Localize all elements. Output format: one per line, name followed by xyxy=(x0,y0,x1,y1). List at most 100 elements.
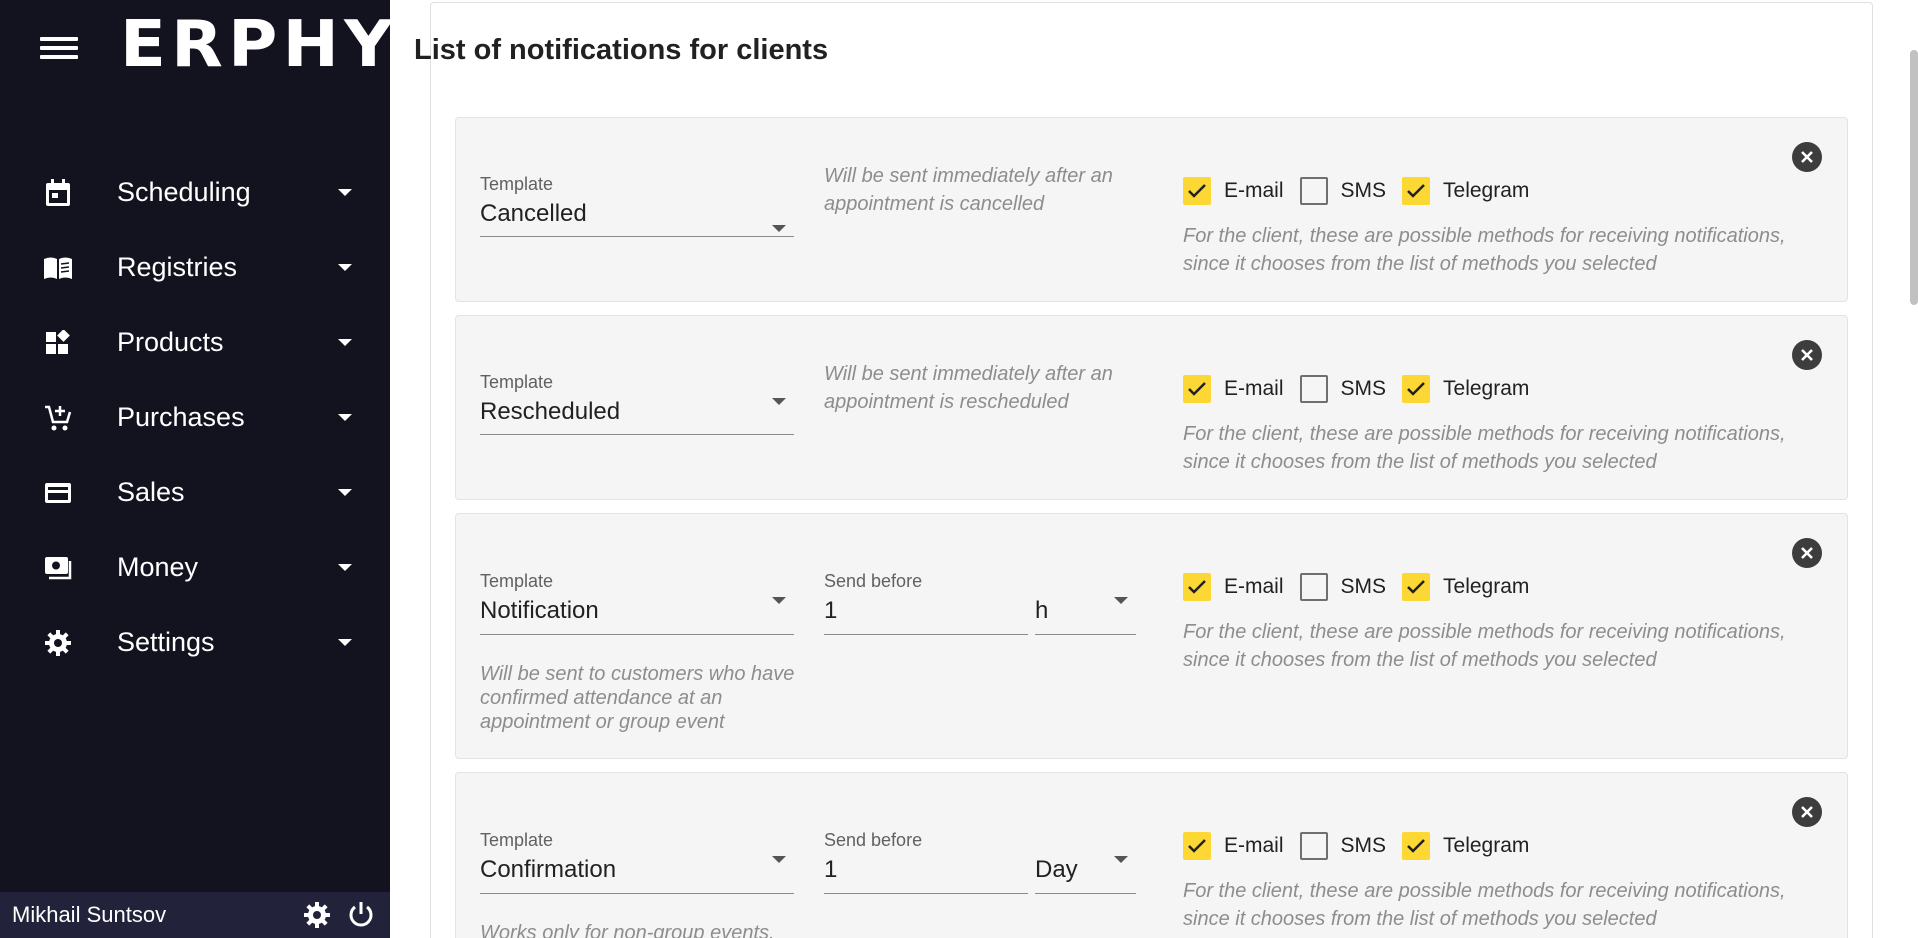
field-label: Template xyxy=(480,372,554,392)
gear-icon[interactable] xyxy=(302,900,332,930)
scrollbar[interactable] xyxy=(1910,50,1918,305)
notification-row: Template Rescheduled Will be sent immedi… xyxy=(455,315,1848,500)
sms-label: SMS xyxy=(1340,377,1387,400)
sidebar: ERPHY Scheduling Registries Products Pur… xyxy=(0,0,393,938)
sidebar-item-label: Sales xyxy=(117,477,185,507)
chevron-down-icon xyxy=(338,189,352,196)
cart-add-icon xyxy=(43,403,73,433)
widgets-icon xyxy=(43,328,73,358)
field-label: Template xyxy=(480,174,554,194)
row-description: Will be sent immediately after an appoin… xyxy=(824,363,1113,413)
template-value: Cancelled xyxy=(480,200,587,227)
telegram-checkbox[interactable] xyxy=(1402,573,1431,601)
methods-group: E-mail SMS Telegram xyxy=(1183,831,1545,861)
page-title: List of notifications for clients xyxy=(414,34,829,66)
sms-checkbox[interactable] xyxy=(1299,832,1328,860)
close-icon[interactable] xyxy=(1792,340,1822,370)
gear-icon xyxy=(43,628,73,658)
field-label: Send before xyxy=(824,571,923,591)
notification-row: Template Notification Send before 1 h Wi… xyxy=(455,513,1848,759)
telegram-checkbox[interactable] xyxy=(1402,375,1431,403)
template-select[interactable]: Template Rescheduled xyxy=(480,372,794,435)
row-description: Will be sent to customers who have confi… xyxy=(480,663,795,733)
template-select[interactable]: Template Cancelled xyxy=(480,174,794,237)
chevron-down-icon xyxy=(1114,856,1128,863)
field-label: Send before xyxy=(824,830,923,850)
chevron-down-icon xyxy=(338,489,352,496)
send-before-value: 1 xyxy=(824,597,838,624)
email-label: E-mail xyxy=(1224,377,1284,400)
main-nav: Scheduling Registries Products Purchases xyxy=(0,155,390,680)
close-icon[interactable] xyxy=(1792,142,1822,172)
telegram-label: Telegram xyxy=(1443,575,1530,598)
sms-label: SMS xyxy=(1340,575,1387,598)
power-icon[interactable] xyxy=(346,900,376,930)
chevron-down-icon xyxy=(338,414,352,421)
sidebar-item-sales[interactable]: Sales xyxy=(0,455,390,530)
row-description: Works only for non-group events. xyxy=(480,922,775,938)
methods-group: E-mail SMS Telegram xyxy=(1183,572,1545,602)
book-icon xyxy=(43,253,73,283)
template-value: Rescheduled xyxy=(480,398,621,425)
methods-note: For the client, these are possible metho… xyxy=(1183,423,1786,473)
chevron-down-icon xyxy=(338,264,352,271)
sms-checkbox[interactable] xyxy=(1299,573,1328,601)
field-label: Template xyxy=(480,830,554,850)
methods-group: E-mail SMS Telegram xyxy=(1183,176,1545,206)
telegram-checkbox[interactable] xyxy=(1402,177,1431,205)
sidebar-item-settings[interactable]: Settings xyxy=(0,605,390,680)
telegram-checkbox[interactable] xyxy=(1402,832,1431,860)
sms-checkbox[interactable] xyxy=(1299,177,1328,205)
sidebar-item-registries[interactable]: Registries xyxy=(0,230,390,305)
chevron-down-icon xyxy=(772,398,786,405)
send-before-input[interactable]: Send before 1 xyxy=(824,830,1028,894)
sidebar-footer: Mikhail Suntsov xyxy=(0,892,390,938)
sidebar-item-label: Scheduling xyxy=(117,177,251,207)
email-label: E-mail xyxy=(1224,179,1284,202)
sidebar-item-purchases[interactable]: Purchases xyxy=(0,380,390,455)
money-icon xyxy=(43,553,73,583)
email-label: E-mail xyxy=(1224,575,1284,598)
template-select[interactable]: Template Confirmation xyxy=(480,830,794,894)
methods-note: For the client, these are possible metho… xyxy=(1183,621,1786,671)
chevron-down-icon xyxy=(338,564,352,571)
telegram-label: Telegram xyxy=(1443,377,1530,400)
chevron-down-icon xyxy=(772,856,786,863)
close-icon[interactable] xyxy=(1792,797,1822,827)
notification-row: Template Confirmation Send before 1 Day … xyxy=(455,772,1848,938)
telegram-label: Telegram xyxy=(1443,834,1530,857)
sidebar-header: ERPHY xyxy=(0,0,393,96)
sidebar-item-label: Money xyxy=(117,552,199,582)
close-icon[interactable] xyxy=(1792,538,1822,568)
chevron-down-icon xyxy=(338,639,352,646)
sms-checkbox[interactable] xyxy=(1299,375,1328,403)
sms-label: SMS xyxy=(1340,834,1387,857)
app-logo[interactable]: ERPHY xyxy=(120,13,398,77)
sidebar-item-label: Registries xyxy=(117,252,238,282)
menu-icon[interactable] xyxy=(40,33,78,63)
sidebar-item-money[interactable]: Money xyxy=(0,530,390,605)
unit-select[interactable]: Day xyxy=(1035,830,1136,894)
sidebar-item-label: Settings xyxy=(117,627,215,657)
chevron-down-icon xyxy=(1114,597,1128,604)
email-checkbox[interactable] xyxy=(1183,573,1211,601)
email-label: E-mail xyxy=(1224,834,1284,857)
send-before-input[interactable]: Send before 1 xyxy=(824,571,1028,635)
chevron-down-icon xyxy=(772,225,786,233)
row-description: Will be sent immediately after an appoin… xyxy=(824,165,1113,215)
email-checkbox[interactable] xyxy=(1183,177,1211,205)
template-value: Confirmation xyxy=(480,856,617,883)
sidebar-item-scheduling[interactable]: Scheduling xyxy=(0,155,390,230)
unit-select[interactable]: h xyxy=(1035,571,1136,635)
telegram-label: Telegram xyxy=(1443,179,1530,202)
user-name[interactable]: Mikhail Suntsov xyxy=(12,902,302,928)
chevron-down-icon xyxy=(338,339,352,346)
methods-note: For the client, these are possible metho… xyxy=(1183,880,1786,930)
template-select[interactable]: Template Notification xyxy=(480,571,794,635)
sidebar-item-products[interactable]: Products xyxy=(0,305,390,380)
email-checkbox[interactable] xyxy=(1183,832,1211,860)
template-value: Notification xyxy=(480,597,599,624)
calendar-icon xyxy=(43,178,73,208)
credit-card-icon xyxy=(43,478,73,508)
email-checkbox[interactable] xyxy=(1183,375,1211,403)
